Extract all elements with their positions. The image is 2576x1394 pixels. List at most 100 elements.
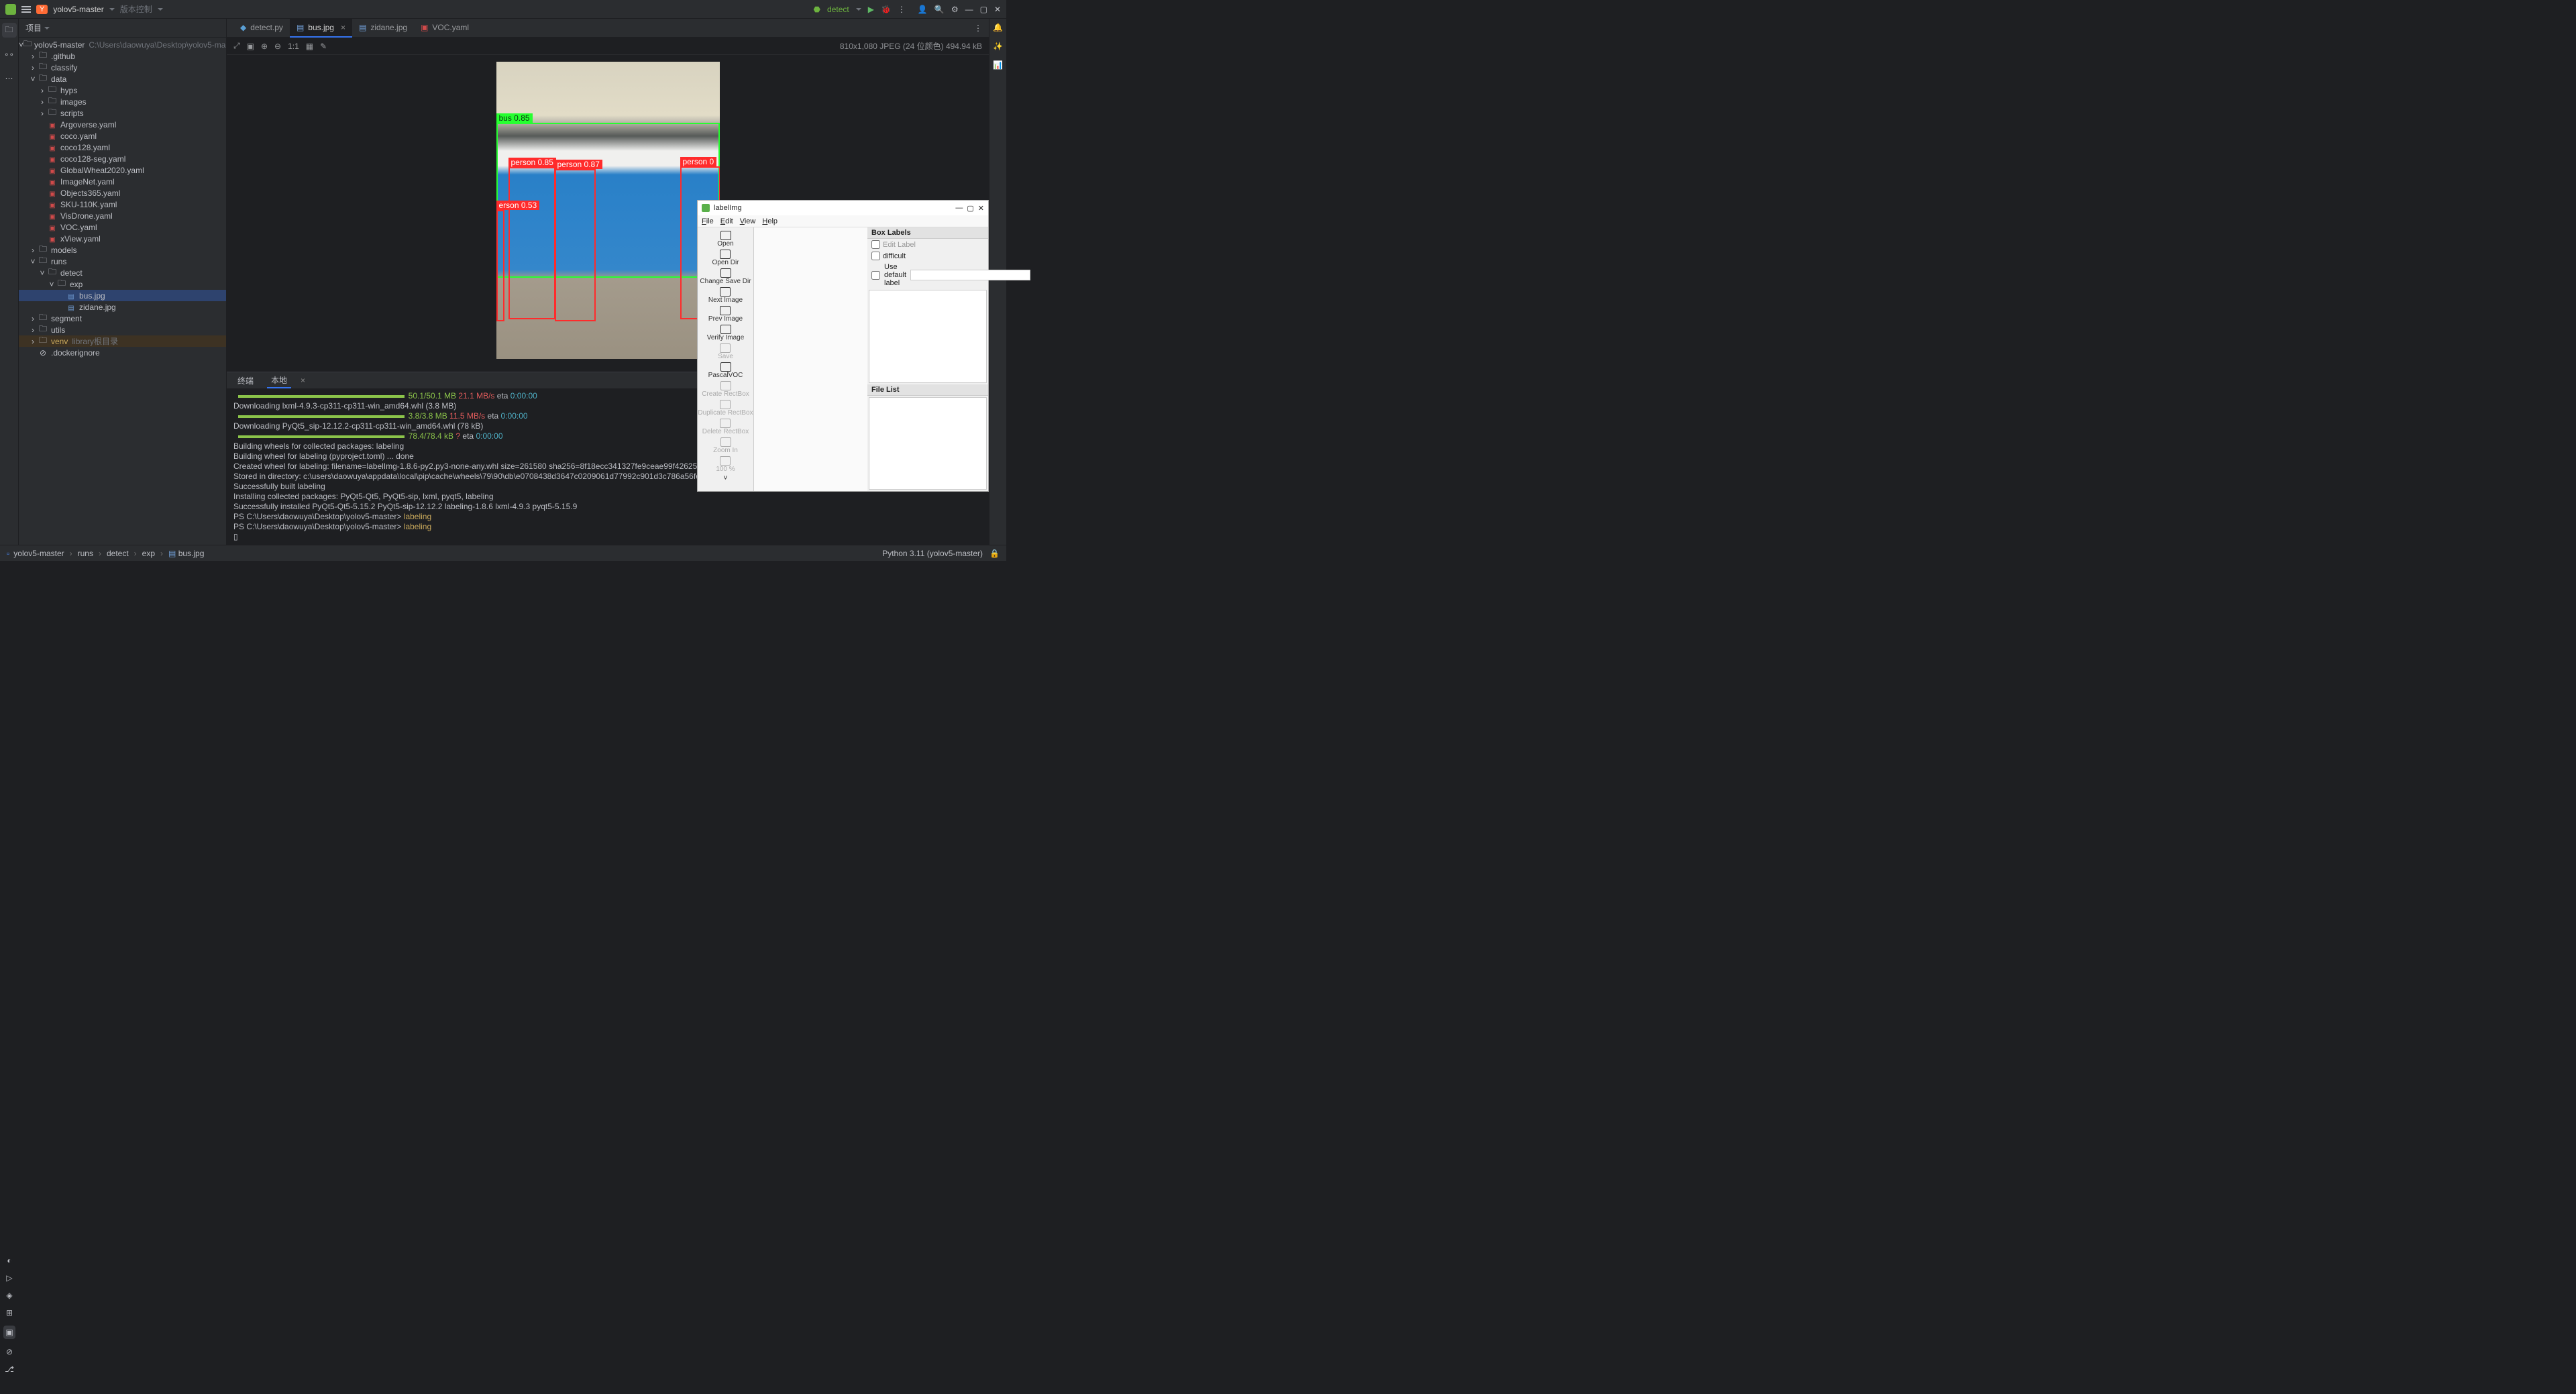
gear-icon[interactable]: ⚙: [951, 5, 959, 14]
crop-icon[interactable]: ▣: [247, 42, 254, 51]
labelimg-tool-pascalvoc[interactable]: PascalVOC: [708, 362, 743, 380]
tree-item-classify[interactable]: ›classify: [19, 62, 226, 73]
tree-item-utils[interactable]: ›utils: [19, 324, 226, 335]
tree-item-coco128-yaml[interactable]: coco128.yaml: [19, 142, 226, 153]
tree-item-scripts[interactable]: ›scripts: [19, 107, 226, 119]
terminal-icon[interactable]: ▣: [3, 1326, 15, 1339]
labelimg-titlebar[interactable]: labelImg — ▢ ✕: [698, 201, 988, 215]
tab-list-icon[interactable]: ⋮: [974, 23, 982, 33]
tree-item-venv[interactable]: ›venvlibrary根目录: [19, 335, 226, 347]
tree-item-exp[interactable]: ˅exp: [19, 278, 226, 290]
tree-item-coco128-seg-yaml[interactable]: coco128-seg.yaml: [19, 153, 226, 164]
chevron-down-icon[interactable]: [158, 8, 163, 11]
tree-item--github[interactable]: ›.github: [19, 50, 226, 62]
labelimg-tool-change-save-dir[interactable]: Change Save Dir: [700, 268, 751, 286]
labelimg-expand-icon[interactable]: ˅: [723, 474, 727, 482]
labelimg-tool-prev-image[interactable]: Prev Image: [708, 305, 743, 323]
tree-item-globalwheat2020-yaml[interactable]: GlobalWheat2020.yaml: [19, 164, 226, 176]
tree-item-segment[interactable]: ›segment: [19, 313, 226, 324]
labelimg-menu-file[interactable]: File: [702, 217, 714, 225]
terminal-tab-local[interactable]: 本地: [267, 373, 291, 388]
crumb-detect[interactable]: detect: [107, 549, 129, 558]
zoom-11[interactable]: 1:1: [288, 42, 299, 51]
zoom-in-icon[interactable]: ⊕: [261, 42, 268, 51]
chevron-down-icon[interactable]: [856, 8, 861, 11]
minimize-icon[interactable]: —: [955, 204, 963, 212]
default-label-row[interactable]: Use default label: [867, 262, 988, 288]
close-icon[interactable]: ✕: [978, 204, 984, 213]
python-interpreter[interactable]: Python 3.11 (yolov5-master): [882, 549, 983, 558]
problems-icon[interactable]: ⊘: [6, 1347, 13, 1356]
default-label-check[interactable]: [871, 271, 880, 280]
labelimg-tool-open[interactable]: Open: [717, 230, 733, 248]
terminal-tab-main[interactable]: 终端: [233, 374, 258, 388]
collaborate-icon[interactable]: 👤: [918, 5, 928, 14]
debug-button[interactable]: 🐞: [881, 5, 891, 14]
tree-item-sku-110k-yaml[interactable]: SKU-110K.yaml: [19, 199, 226, 210]
tree-item-models[interactable]: ›models: [19, 244, 226, 256]
crumb-yolov5-master[interactable]: yolov5-master: [13, 549, 64, 558]
tree-item-coco-yaml[interactable]: coco.yaml: [19, 130, 226, 142]
tree-item-voc-yaml[interactable]: VOC.yaml: [19, 221, 226, 233]
lock-icon[interactable]: 🔒: [989, 549, 1000, 558]
more-tools-icon[interactable]: ⋯: [2, 71, 17, 86]
tab-VOC-yaml[interactable]: ▣VOC.yaml: [414, 19, 476, 38]
tree-item-xview-yaml[interactable]: xView.yaml: [19, 233, 226, 244]
hamburger-icon[interactable]: [21, 6, 31, 13]
crumb-bus.jpg[interactable]: ▤ bus.jpg: [168, 549, 204, 558]
edit-label-check[interactable]: [871, 240, 880, 249]
minimize-icon[interactable]: —: [965, 5, 973, 14]
difficult-check[interactable]: [871, 252, 880, 260]
zoom-out-icon[interactable]: ⊖: [274, 42, 281, 51]
status-indicator-icon[interactable]: ▫: [7, 549, 9, 558]
vcs-dropdown[interactable]: 版本控制: [120, 3, 152, 15]
tree-item-bus-jpg[interactable]: bus.jpg: [19, 290, 226, 301]
difficult-row[interactable]: difficult: [867, 250, 988, 262]
labelimg-menubar[interactable]: FileEditViewHelp: [698, 215, 988, 227]
project-tool-icon[interactable]: 🗀: [2, 23, 17, 38]
tree-item-visdrone-yaml[interactable]: VisDrone.yaml: [19, 210, 226, 221]
chevron-down-icon[interactable]: [44, 27, 50, 30]
tree-item--dockerignore[interactable]: ⊘.dockerignore: [19, 347, 226, 358]
search-icon[interactable]: 🔍: [934, 5, 945, 14]
file-list[interactable]: [869, 397, 987, 490]
labelimg-tool-open-dir[interactable]: Open Dir: [712, 249, 739, 267]
labelimg-menu-view[interactable]: View: [740, 217, 756, 225]
edit-label-row[interactable]: Edit Label: [867, 239, 988, 250]
notifications-icon[interactable]: 🔔: [993, 23, 1003, 32]
services-icon[interactable]: ⊞: [6, 1308, 13, 1318]
breadcrumb[interactable]: yolov5-master runs detect exp ▤ bus.jpg: [13, 549, 204, 558]
color-picker-icon[interactable]: ✎: [320, 42, 327, 51]
labelimg-tool-next-image[interactable]: Next Image: [708, 286, 743, 305]
ai-assistant-icon[interactable]: ✨: [993, 42, 1003, 51]
run-button[interactable]: ▶: [868, 5, 874, 14]
structure-tool-icon[interactable]: ∘∘: [2, 47, 17, 62]
project-name[interactable]: yolov5-master: [53, 5, 103, 14]
labelimg-tool-verify-image[interactable]: Verify Image: [707, 324, 745, 342]
maximize-icon[interactable]: ▢: [967, 204, 973, 213]
labelimg-window[interactable]: labelImg — ▢ ✕ FileEditViewHelp OpenOpen…: [697, 200, 989, 492]
grid-icon[interactable]: ▦: [306, 42, 313, 51]
close-terminal-tab-icon[interactable]: ×: [301, 376, 305, 385]
vcs-icon[interactable]: ⎇: [5, 1364, 14, 1374]
project-tree[interactable]: ˅yolov5-masterC:\Users\daowuya\Desktop\y…: [19, 38, 226, 545]
python-packages-icon[interactable]: ◈: [6, 1291, 12, 1300]
tree-item-imagenet-yaml[interactable]: ImageNet.yaml: [19, 176, 226, 187]
fit-icon[interactable]: ⤢: [233, 41, 240, 51]
close-icon[interactable]: ✕: [994, 5, 1001, 14]
close-tab-icon[interactable]: ×: [341, 23, 345, 32]
python-console-icon[interactable]: ◐: [7, 1256, 11, 1265]
crumb-runs[interactable]: runs: [78, 549, 93, 558]
labelimg-menu-help[interactable]: Help: [762, 217, 777, 225]
tree-item-yolov5-master[interactable]: ˅yolov5-masterC:\Users\daowuya\Desktop\y…: [19, 39, 226, 50]
crumb-exp[interactable]: exp: [142, 549, 155, 558]
box-labels-list[interactable]: [869, 290, 987, 383]
tab-zidane-jpg[interactable]: ▤zidane.jpg: [352, 19, 414, 38]
tree-item-objects365-yaml[interactable]: Objects365.yaml: [19, 187, 226, 199]
more-icon[interactable]: ⋮: [898, 5, 906, 14]
tree-item-detect[interactable]: ˅detect: [19, 267, 226, 278]
chevron-down-icon[interactable]: [109, 8, 115, 11]
default-label-input[interactable]: [910, 270, 1030, 280]
run-config-name[interactable]: detect: [827, 5, 849, 14]
tab-bus-jpg[interactable]: ▤bus.jpg×: [290, 19, 352, 38]
